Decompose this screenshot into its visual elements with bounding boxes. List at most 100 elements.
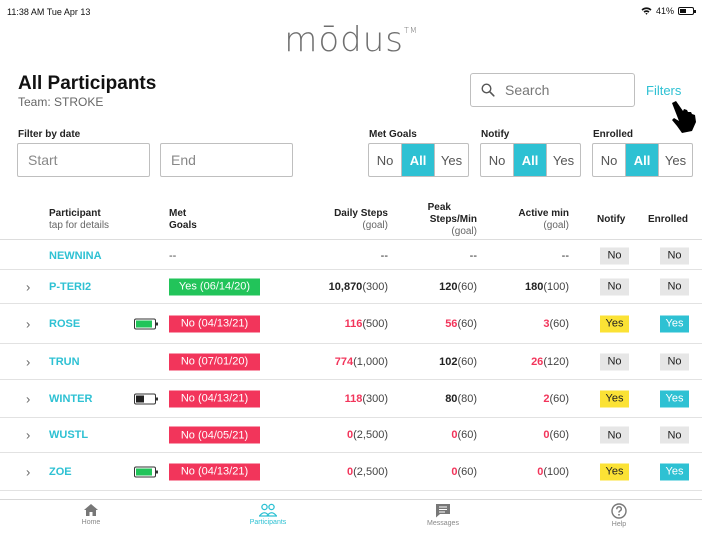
notify-option-yes[interactable]: Yes xyxy=(547,144,580,176)
tab-participants[interactable]: Participants xyxy=(238,503,298,526)
table-row[interactable]: › ZOE No (04/13/21) 0(2,500) 0(60) 0(100) Yes Y… xyxy=(0,453,702,491)
table-row[interactable]: › WINTER No (04/13/21) 118(300) 80(80) 2(60) Y… xyxy=(0,380,702,418)
peak-steps: 0(60) xyxy=(400,466,477,478)
active-min-value: 180 xyxy=(524,280,544,293)
notify-badge: Yes xyxy=(600,315,629,332)
help-icon xyxy=(611,503,627,519)
participant-name[interactable]: WUSTL xyxy=(49,429,88,441)
col-notify: Notify xyxy=(597,214,626,225)
team-label: Team: STROKE xyxy=(18,95,104,109)
peak-steps-goal: (60) xyxy=(457,317,477,330)
filter-by-date-label: Filter by date xyxy=(18,129,81,140)
daily-steps-goal: (300) xyxy=(362,392,388,405)
participant-name[interactable]: P-TERI2 xyxy=(49,281,91,293)
chevron-right-icon[interactable]: › xyxy=(26,279,30,294)
table-row[interactable]: NEWNINA -- -- -- -- No No xyxy=(0,242,702,270)
notify-option-no[interactable]: No xyxy=(481,144,514,176)
table-row[interactable]: › WUSTL No (04/05/21) 0(2,500) 0(60) 0(60) No N… xyxy=(0,418,702,453)
participant-name[interactable]: ROSE xyxy=(49,318,80,330)
enrolled-option-no[interactable]: No xyxy=(593,144,626,176)
met-goals-filter-label: Met Goals xyxy=(369,129,417,140)
met-goals-badge: No (04/13/21) xyxy=(169,463,260,480)
peak-steps-goal: (60) xyxy=(457,465,477,478)
start-date-input[interactable] xyxy=(17,143,150,177)
daily-steps: 774(1,000) xyxy=(290,356,388,368)
peak-steps-goal: (60) xyxy=(457,280,477,293)
met-goals-option-no[interactable]: No xyxy=(369,144,402,176)
participant-name[interactable]: ZOE xyxy=(49,466,72,478)
device-battery-icon xyxy=(134,318,158,329)
table-header: Participant tap for details Met Goals Da… xyxy=(0,200,702,240)
enrolled-filter-label: Enrolled xyxy=(593,129,634,140)
tab-bar: Home Participants Messages Help xyxy=(0,499,702,533)
notify-option-all[interactable]: All xyxy=(514,144,547,176)
met-goals-option-all[interactable]: All xyxy=(402,144,435,176)
enrolled-badge: No xyxy=(660,247,689,264)
daily-steps: 10,870(300) xyxy=(290,281,388,293)
peak-steps: 0(60) xyxy=(400,429,477,441)
messages-icon xyxy=(436,504,450,518)
participant-name[interactable]: TRUN xyxy=(49,356,80,368)
met-goals-value: -- xyxy=(169,249,177,262)
peak-steps-goal: (60) xyxy=(457,355,477,368)
table-row[interactable]: › TRUN No (07/01/20) 774(1,000) 102(60) 26(12… xyxy=(0,344,702,380)
col-goals-label: Goals xyxy=(169,220,197,231)
daily-steps: -- xyxy=(290,250,388,262)
tab-help[interactable]: Help xyxy=(589,503,649,528)
enrolled-option-yes[interactable]: Yes xyxy=(659,144,692,176)
met-goals-badge: No (07/01/20) xyxy=(169,353,260,370)
filters-link[interactable]: Filters xyxy=(646,83,681,98)
enrolled-badge: No xyxy=(660,278,689,295)
daily-steps-value: 10,870 xyxy=(328,280,363,293)
enrolled-badge: Yes xyxy=(660,463,689,480)
enrolled-badge: Yes xyxy=(660,390,689,407)
peak-steps-value: 120 xyxy=(439,280,458,293)
daily-steps: 0(2,500) xyxy=(290,429,388,441)
end-date-input[interactable] xyxy=(160,143,293,177)
met-goals-segment[interactable]: No All Yes xyxy=(368,143,469,177)
notify-badge: No xyxy=(600,353,629,370)
search-box[interactable] xyxy=(470,73,635,107)
enrolled-segment[interactable]: No All Yes xyxy=(592,143,693,177)
col-active-label: Active min xyxy=(518,208,569,219)
col-participant-sub: tap for details xyxy=(49,220,110,231)
device-battery-icon xyxy=(134,466,158,477)
met-goals-option-yes[interactable]: Yes xyxy=(435,144,468,176)
col-peak-sub: (goal) xyxy=(451,226,477,237)
active-min: 3(60) xyxy=(480,318,569,330)
notify-filter-label: Notify xyxy=(481,129,510,140)
enrolled-option-all[interactable]: All xyxy=(626,144,659,176)
active-min-goal: (60) xyxy=(549,392,569,405)
chevron-right-icon[interactable]: › xyxy=(26,464,30,479)
col-daily-steps-sub: (goal) xyxy=(362,220,388,231)
chevron-right-icon[interactable]: › xyxy=(26,316,30,331)
table-row[interactable]: › ROSE No (04/13/21) 116(500) 56(60) 3(60) Yes… xyxy=(0,304,702,344)
chevron-right-icon[interactable]: › xyxy=(26,354,30,369)
table-row[interactable]: › P-TERI2 Yes (06/14/20) 10,870(300) 120(60)… xyxy=(0,270,702,304)
battery-icon xyxy=(678,7,696,15)
daily-steps-goal: (2,500) xyxy=(353,465,388,478)
modus-logo: mōdusTM xyxy=(0,20,702,60)
notify-segment[interactable]: No All Yes xyxy=(480,143,581,177)
col-enrolled: Enrolled xyxy=(648,214,689,225)
active-min: 0(100) xyxy=(480,466,569,478)
status-right: 41% xyxy=(641,6,696,16)
active-min-goal: (60) xyxy=(549,429,569,441)
chevron-right-icon[interactable]: › xyxy=(26,428,30,443)
tab-messages[interactable]: Messages xyxy=(413,503,473,527)
met-goals-badge: No (04/13/21) xyxy=(169,315,260,332)
notify-badge: No xyxy=(600,426,629,444)
peak-steps-goal: (60) xyxy=(457,429,477,441)
participant-name[interactable]: WINTER xyxy=(49,393,92,405)
daily-steps-goal: (2,500) xyxy=(353,429,388,441)
active-min: 2(60) xyxy=(480,393,569,405)
peak-steps-value: 80 xyxy=(445,392,458,405)
search-input[interactable] xyxy=(505,82,615,98)
daily-steps-goal: (300) xyxy=(362,280,388,293)
chevron-right-icon[interactable]: › xyxy=(26,391,30,406)
participant-name[interactable]: NEWNINA xyxy=(49,250,102,262)
tab-home[interactable]: Home xyxy=(61,503,121,526)
active-min-goal: (100) xyxy=(543,465,569,478)
daily-steps-value: -- xyxy=(380,249,388,262)
peak-steps: 80(80) xyxy=(400,393,477,405)
